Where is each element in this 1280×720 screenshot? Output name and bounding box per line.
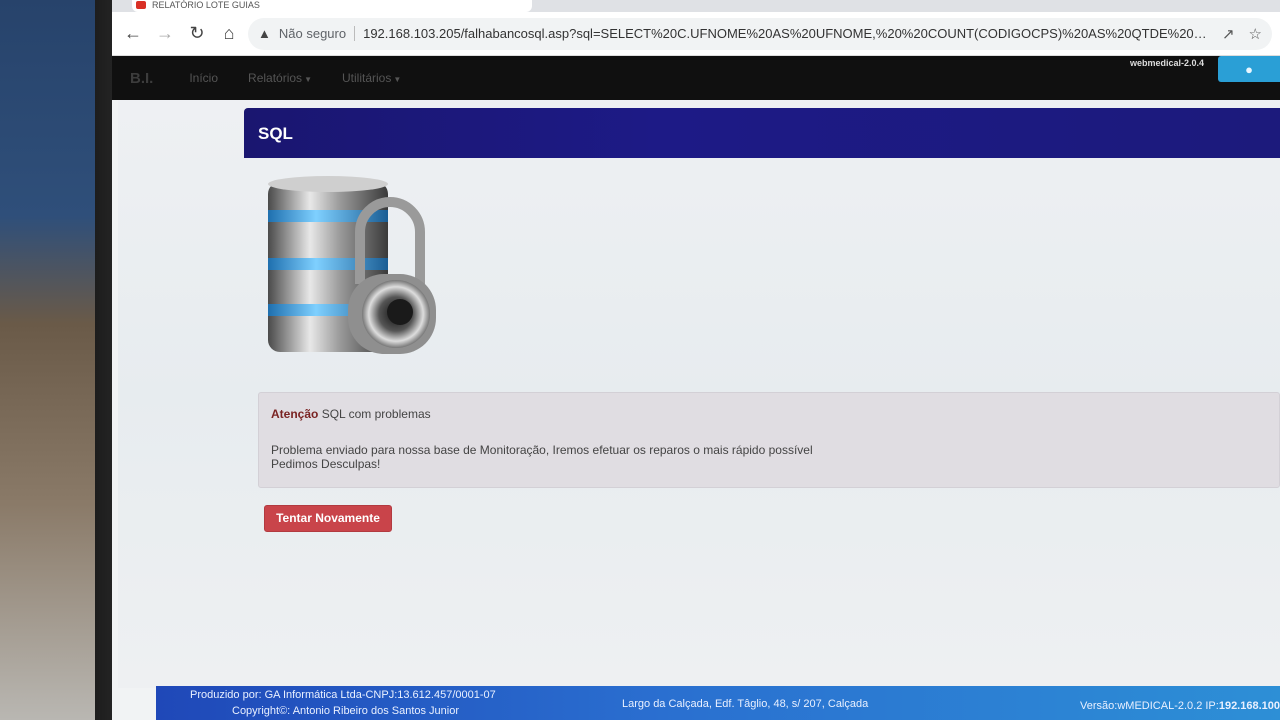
nav-item-relatorios[interactable]: Relatórios ▼: [248, 71, 312, 85]
tab-strip: RELATÓRIO LOTE GUIAS: [112, 0, 1280, 12]
reload-icon[interactable]: ↻: [184, 21, 210, 47]
nav-item-utilitarios[interactable]: Utilitários ▼: [342, 71, 401, 85]
tab-title: RELATÓRIO LOTE GUIAS: [152, 0, 260, 10]
favicon-icon: [136, 1, 146, 9]
error-alert: Atenção SQL com problemas Problema envia…: [258, 392, 1280, 488]
warning-icon: ▲: [258, 26, 271, 41]
back-icon[interactable]: ←: [120, 21, 146, 47]
url-text[interactable]: 192.168.103.205/falhabancosql.asp?sql=SE…: [363, 26, 1208, 41]
retry-button[interactable]: Tentar Novamente: [264, 505, 392, 532]
footer-copyright: Copyright©: Antonio Ribeiro dos Santos J…: [232, 705, 460, 717]
browser-tab[interactable]: RELATÓRIO LOTE GUIAS: [132, 0, 532, 12]
app-version: webmedical-2.0.4: [1129, 58, 1204, 68]
panel-title: SQL: [244, 108, 1280, 158]
user-menu-button[interactable]: ●: [1218, 56, 1280, 82]
brand-logo[interactable]: B.I.: [130, 70, 153, 87]
address-bar[interactable]: ▲ Não seguro 192.168.103.205/falhabancos…: [248, 17, 1272, 50]
footer-version: Versão:wMEDICAL-2.0.2 IP:: [1080, 700, 1219, 712]
forward-icon[interactable]: →: [152, 21, 178, 47]
home-icon[interactable]: ⌂: [216, 21, 242, 47]
user-icon: ●: [1245, 61, 1253, 77]
footer-ip: 192.168.100: [1218, 700, 1280, 712]
alert-message: Problema enviado para nossa base de Moni…: [271, 443, 813, 457]
alert-summary: SQL com problemas: [321, 407, 431, 421]
security-label: Não seguro: [279, 26, 356, 41]
browser-window: RELATÓRIO LOTE GUIAS ← → ↻ ⌂ ▲ Não segur…: [112, 0, 1280, 720]
share-icon[interactable]: ↗: [1222, 25, 1235, 43]
app-navbar: B.I. Início Relatórios ▼ Utilitários ▼ web…: [112, 56, 1280, 100]
footer: Produzido por: GA Informática Ltda-CNPJ:…: [156, 686, 1280, 720]
footer-address: Largo da Calçada, Edf. Tâglio, 48, s/ 20…: [622, 698, 869, 710]
page-content: SQL Atenção SQL com problemas Problema e…: [118, 100, 1280, 688]
alert-apology: Pedimos Desculpas!: [271, 457, 381, 471]
database-lock-icon: [268, 176, 436, 354]
caret-down-icon: ▼: [304, 75, 312, 84]
browser-toolbar: ← → ↻ ⌂ ▲ Não seguro 192.168.103.205/fal…: [112, 12, 1280, 56]
caret-down-icon: ▼: [393, 75, 402, 84]
footer-producer: Produzido por: GA Informática Ltda-CNPJ:…: [190, 689, 496, 701]
photo-background: [0, 0, 110, 720]
alert-heading: Atenção: [271, 407, 319, 421]
nav-item-inicio[interactable]: Início: [189, 71, 218, 85]
bookmark-star-icon[interactable]: ☆: [1249, 25, 1262, 43]
